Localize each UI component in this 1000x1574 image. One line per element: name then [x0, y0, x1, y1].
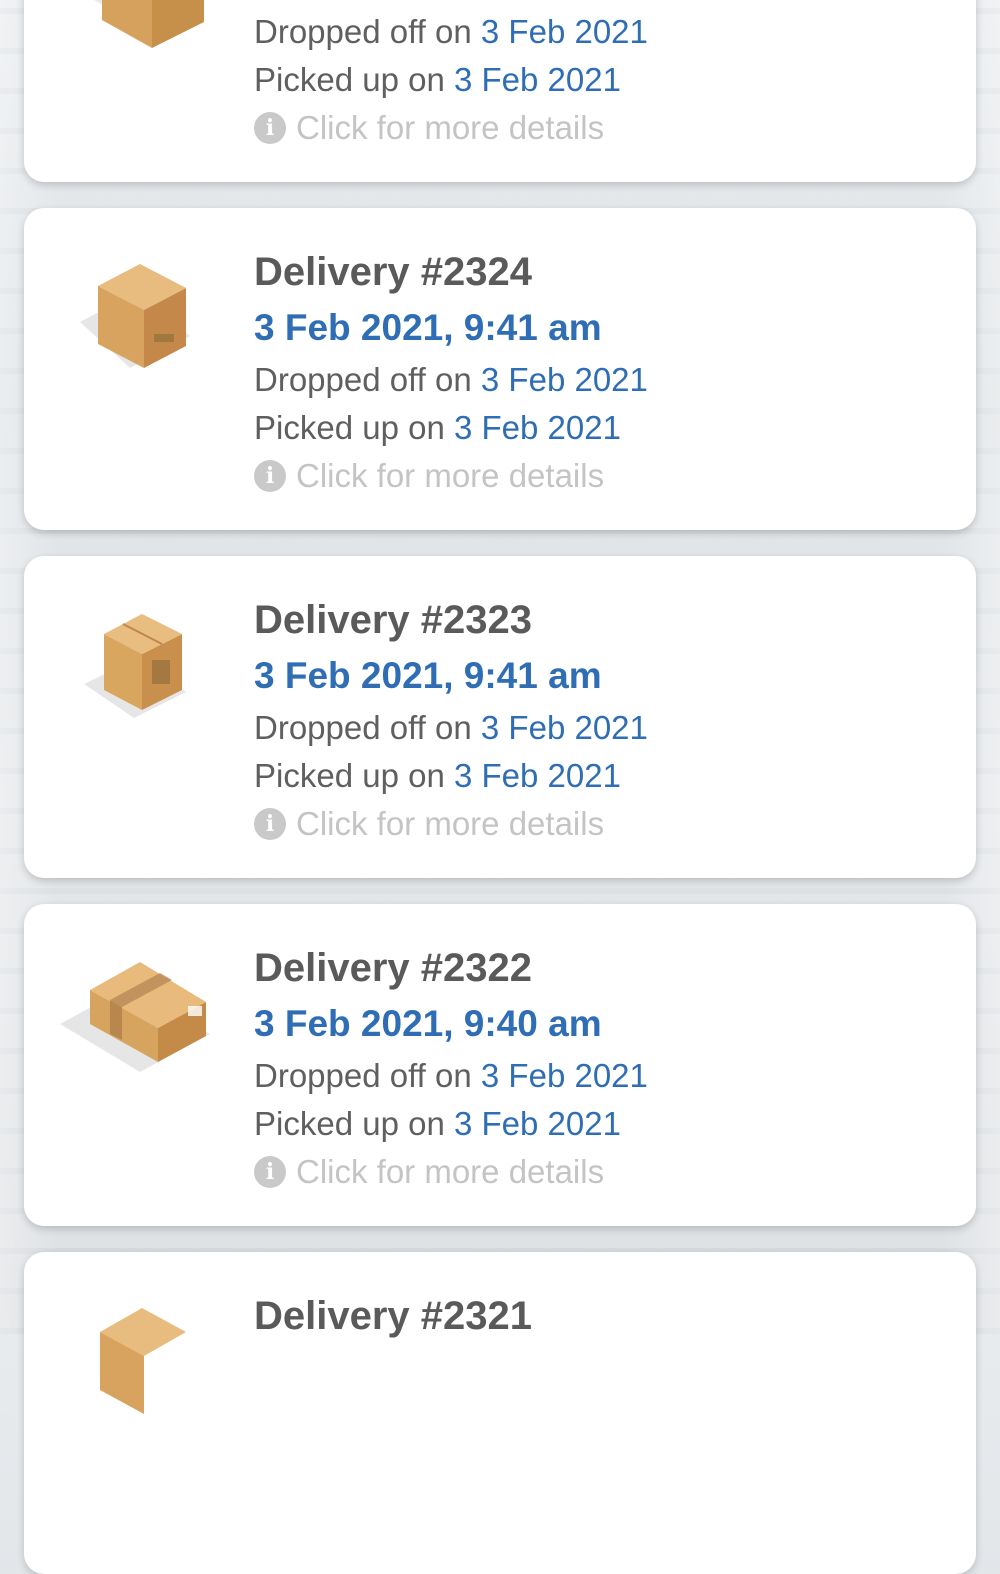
dropped-off-label: Dropped off on	[254, 709, 472, 746]
picked-up-line: Picked up on 3 Feb 2021	[254, 56, 944, 104]
dropped-off-label: Dropped off on	[254, 361, 472, 398]
delivery-title: Delivery #2324	[254, 250, 533, 294]
info-icon: i	[254, 808, 286, 840]
info-icon: i	[254, 460, 286, 492]
picked-up-line: Picked up on 3 Feb 2021	[254, 1100, 944, 1148]
more-details-link[interactable]: i Click for more details	[254, 104, 944, 152]
delivery-datetime: 3 Feb 2021, 9:40 am	[254, 1003, 602, 1044]
picked-up-date: 3 Feb 2021	[453, 1105, 621, 1142]
dropped-off-label: Dropped off on	[254, 13, 472, 50]
dropped-off-label: Dropped off on	[254, 1057, 472, 1094]
box-icon	[80, 598, 240, 728]
picked-up-date: 3 Feb 2021	[453, 61, 621, 98]
info-icon: i	[254, 112, 286, 144]
dropped-off-date: 3 Feb 2021	[480, 1057, 648, 1094]
dropped-off-date: 3 Feb 2021	[480, 13, 648, 50]
more-details-label: Click for more details	[296, 109, 605, 146]
dropped-off-date: 3 Feb 2021	[480, 709, 648, 746]
box-icon	[80, 1294, 240, 1424]
dropped-off-line: Dropped off on 3 Feb 2021	[254, 8, 944, 56]
more-details-link[interactable]: i Click for more details	[254, 452, 944, 500]
delivery-title: Delivery #2321	[254, 1294, 533, 1338]
delivery-title: Delivery #2323	[254, 598, 533, 642]
delivery-datetime: 3 Feb 2021, 9:41 am	[254, 307, 602, 348]
more-details-label: Click for more details	[296, 457, 605, 494]
dropped-off-line: Dropped off on 3 Feb 2021	[254, 1052, 944, 1100]
picked-up-line: Picked up on 3 Feb 2021	[254, 752, 944, 800]
dropped-off-line: Dropped off on 3 Feb 2021	[254, 704, 944, 752]
picked-up-label: Picked up on	[254, 61, 445, 98]
more-details-label: Click for more details	[296, 805, 605, 842]
picked-up-date: 3 Feb 2021	[453, 757, 621, 794]
picked-up-label: Picked up on	[254, 1105, 445, 1142]
picked-up-date: 3 Feb 2021	[453, 409, 621, 446]
more-details-label: Click for more details	[296, 1153, 605, 1190]
delivery-datetime	[254, 0, 944, 8]
delivery-card[interactable]: Delivery #2321	[24, 1252, 976, 1574]
delivery-list: Dropped off on 3 Feb 2021 Picked up on 3…	[0, 0, 1000, 1574]
delivery-datetime: 3 Feb 2021, 9:41 am	[254, 655, 602, 696]
more-details-link[interactable]: i Click for more details	[254, 800, 944, 848]
picked-up-label: Picked up on	[254, 409, 445, 446]
box-icon	[60, 946, 220, 1076]
delivery-card[interactable]: Delivery #2323 3 Feb 2021, 9:41 am Dropp…	[24, 556, 976, 878]
box-icon	[80, 0, 240, 50]
delivery-card[interactable]: Delivery #2322 3 Feb 2021, 9:40 am Dropp…	[24, 904, 976, 1226]
delivery-title: Delivery #2322	[254, 946, 533, 990]
delivery-card[interactable]: Dropped off on 3 Feb 2021 Picked up on 3…	[24, 0, 976, 182]
picked-up-line: Picked up on 3 Feb 2021	[254, 404, 944, 452]
dropped-off-line: Dropped off on 3 Feb 2021	[254, 356, 944, 404]
info-icon: i	[254, 1156, 286, 1188]
box-icon	[80, 250, 240, 380]
delivery-card[interactable]: Delivery #2324 3 Feb 2021, 9:41 am Dropp…	[24, 208, 976, 530]
picked-up-label: Picked up on	[254, 757, 445, 794]
more-details-link[interactable]: i Click for more details	[254, 1148, 944, 1196]
dropped-off-date: 3 Feb 2021	[480, 361, 648, 398]
